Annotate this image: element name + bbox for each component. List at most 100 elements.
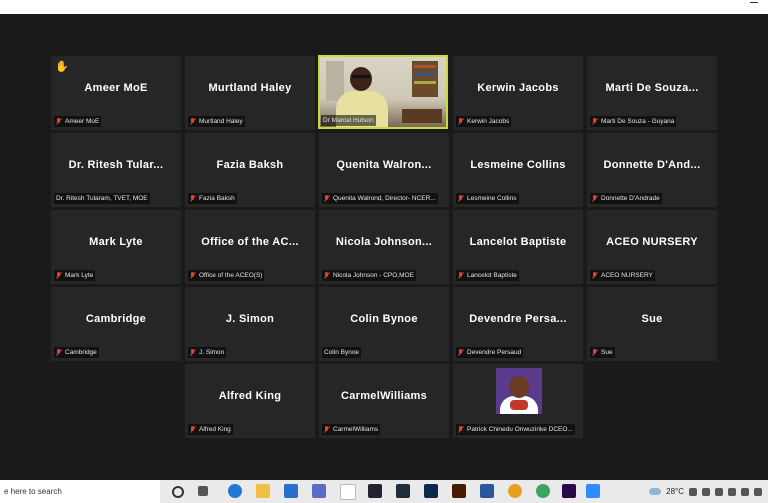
participant-tile[interactable]: Kerwin Jacobs Kerwin Jacobs [453, 56, 583, 130]
participant-tile[interactable]: ✋ Ameer MoE Ameer MoE [51, 56, 181, 130]
participant-label: Quenita Walrond, Director- NCER... [322, 193, 438, 204]
participant-tile[interactable]: Donnette D'And... Donnette D'Andrade [587, 133, 717, 207]
mail-icon[interactable] [284, 484, 298, 498]
participant-label: Devendre Persaud [456, 347, 524, 358]
mic-muted-icon [190, 117, 196, 126]
participant-tile[interactable]: Nicola Johnson... Nicola Johnson - CPO,M… [319, 210, 449, 284]
minimize-icon[interactable] [750, 2, 758, 3]
network-icon[interactable] [702, 487, 710, 496]
file-explorer-icon[interactable] [256, 484, 270, 498]
participant-name: Lancelot Baptiste [469, 236, 567, 248]
participant-label: Office of the ACEO(S) [188, 270, 265, 281]
participant-name: Fazia Baksh [216, 159, 284, 171]
participant-tile[interactable]: Colin Bynoe Colin Bynoe [319, 287, 449, 361]
chevron-up-icon[interactable] [689, 487, 697, 496]
photoshop-icon[interactable] [424, 484, 438, 498]
mic-muted-icon [592, 271, 598, 280]
participant-name: Alfred King [218, 390, 282, 402]
participant-tile[interactable]: Sue Sue [587, 287, 717, 361]
battery-icon[interactable] [715, 487, 723, 496]
illustrator-icon[interactable] [452, 484, 466, 498]
participant-video-tile[interactable]: Dr Marcel Hutson [318, 55, 448, 129]
mic-muted-icon [458, 425, 464, 434]
premiere-icon[interactable] [562, 484, 576, 498]
participant-tile[interactable]: Quenita Walron... Quenita Walrond, Direc… [319, 133, 449, 207]
firefox-icon[interactable] [508, 484, 522, 498]
participant-name: Dr. Ritesh Tular... [68, 159, 164, 171]
participant-tile[interactable]: Lancelot Baptiste Lancelot Baptiste [453, 210, 583, 284]
participant-tile[interactable]: Marti De Souza... Marti De Souza - Guyan… [587, 56, 717, 130]
participant-tile[interactable]: Fazia Baksh Fazia Baksh [185, 133, 315, 207]
participant-name: Nicola Johnson... [335, 236, 433, 248]
window-titlebar [0, 0, 768, 14]
chrome-icon[interactable] [536, 484, 550, 498]
speaker-icon[interactable] [728, 487, 736, 496]
avatar-body [500, 396, 538, 414]
participant-name: Lesmeine Collins [470, 159, 566, 171]
participant-name: Kerwin Jacobs [477, 82, 559, 94]
participant-tile[interactable]: Lesmeine Collins Lesmeine Collins [453, 133, 583, 207]
zoom-icon[interactable] [586, 484, 600, 498]
participant-label: Lancelot Baptiste [456, 270, 519, 281]
taskbar-search[interactable]: e here to search [0, 480, 160, 503]
weather-icon[interactable] [649, 488, 662, 495]
participant-tile[interactable]: Mark Lyte Mark Lyte [51, 210, 181, 284]
participant-tile[interactable]: Patrick Chinedu Onwuzirike DCEO... [453, 364, 583, 438]
notification-icon[interactable] [754, 487, 762, 496]
participant-tile[interactable]: Murtland Haley Murtland Haley [185, 56, 315, 130]
participant-tile[interactable]: Devendre Persa... Devendre Persaud [453, 287, 583, 361]
mic-muted-icon [458, 117, 464, 126]
app-icon[interactable] [312, 484, 326, 498]
task-view-icon[interactable] [198, 486, 208, 496]
mic-muted-icon [324, 271, 330, 280]
participant-label: Dr. Ritesh Tularam, TVET, MOE [54, 193, 150, 204]
participant-name: Office of the AC... [201, 236, 299, 248]
participant-name: Sue [641, 313, 663, 325]
participant-tile[interactable]: Dr. Ritesh Tular... Dr. Ritesh Tularam, … [51, 133, 181, 207]
participant-name: Colin Bynoe [350, 313, 418, 325]
mic-muted-icon [458, 194, 464, 203]
participant-label: Murtland Haley [188, 116, 245, 127]
bookshelf [412, 61, 438, 97]
participant-label: Lesmeine Collins [456, 193, 519, 204]
participant-tile[interactable]: ACEO NURSERY ACEO NURSERY [587, 210, 717, 284]
participant-label: Sue [590, 347, 615, 358]
participant-name: ACEO NURSERY [606, 236, 698, 248]
desk [402, 109, 442, 123]
participant-tile[interactable]: J. Simon J. Simon [185, 287, 315, 361]
cortana-icon[interactable] [172, 486, 184, 498]
lightroom-icon[interactable] [368, 484, 382, 498]
avatar-head [509, 376, 529, 398]
windows-taskbar: e here to search 28°C [0, 480, 768, 503]
edge-icon[interactable] [228, 484, 242, 498]
participant-tile[interactable]: Cambridge Cambridge [51, 287, 181, 361]
participant-name: Donnette D'And... [603, 159, 701, 171]
participant-tile[interactable]: Office of the AC... Office of the ACEO(S… [185, 210, 315, 284]
word-icon[interactable] [480, 484, 494, 498]
document-icon[interactable] [340, 484, 356, 500]
participant-label: Marti De Souza - Guyana [590, 116, 677, 127]
participant-label: ACEO NURSERY [590, 270, 655, 281]
participant-label: Patrick Chinedu Onwuzirike DCEO... [456, 424, 575, 435]
wifi-icon[interactable] [741, 487, 749, 496]
mic-muted-icon [190, 194, 196, 203]
mic-muted-icon [592, 194, 598, 203]
mic-muted-icon [592, 117, 598, 126]
weather-temperature[interactable]: 28°C [666, 487, 684, 496]
participant-label: J. Simon [188, 347, 227, 358]
mic-muted-icon [56, 348, 62, 357]
mic-muted-icon [190, 425, 196, 434]
participant-name: Ameer MoE [84, 82, 148, 94]
mic-muted-icon [190, 271, 196, 280]
participant-name: Murtland Haley [208, 82, 292, 94]
code-editor-icon[interactable] [396, 484, 410, 498]
participant-tile[interactable]: CarmelWilliams CarmelWilliams [319, 364, 449, 438]
participant-name: Cambridge [85, 313, 147, 325]
participant-name: CarmelWilliams [340, 390, 428, 402]
participant-label: Donnette D'Andrade [590, 193, 662, 204]
profile-avatar [496, 368, 542, 414]
participant-tile[interactable]: Alfred King Alfred King [185, 364, 315, 438]
mic-muted-icon [190, 348, 196, 357]
participant-label: CarmelWilliams [322, 424, 381, 435]
participant-name: Devendre Persa... [469, 313, 567, 325]
